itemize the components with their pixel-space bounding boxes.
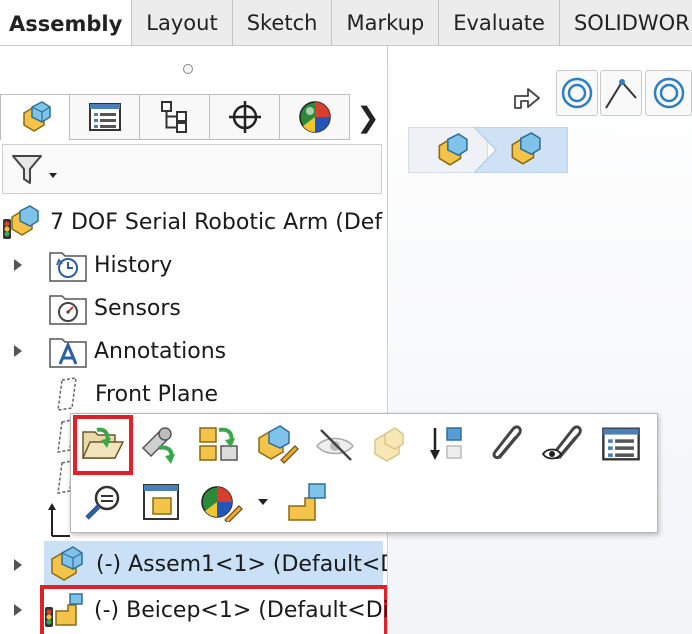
- dissolve-subassembly-icon: [288, 483, 326, 521]
- tree-item-annotations[interactable]: Annotations: [48, 330, 226, 372]
- history-folder-icon: [49, 252, 87, 282]
- plane-icon: [57, 460, 72, 494]
- arrow-icon[interactable]: [512, 84, 542, 110]
- tree-item-label: History: [94, 252, 173, 278]
- chevron-down-icon[interactable]: [257, 498, 269, 506]
- circle-button-2[interactable]: [645, 70, 692, 116]
- mate-button[interactable]: [483, 420, 531, 468]
- view-mates-icon: [541, 425, 582, 460]
- subassembly-icon: [51, 546, 83, 581]
- tab-feature-manager[interactable]: [0, 94, 70, 140]
- isolate-icon: [430, 427, 462, 460]
- plane-icon: [57, 419, 72, 453]
- panel-tabs: ❯: [0, 94, 387, 140]
- splitter-handle[interactable]: [183, 64, 193, 74]
- tree-item-history[interactable]: History: [48, 244, 172, 286]
- sensors-folder-icon: [49, 295, 87, 325]
- circle-button[interactable]: [556, 70, 598, 116]
- tree-root-label: 7 DOF Serial Robotic Arm (Def: [50, 209, 383, 235]
- tree-item-label: (-) Assem1<1> (Default<Di: [96, 551, 388, 577]
- replace-components-button[interactable]: [135, 420, 183, 468]
- change-transparency-button[interactable]: [367, 420, 415, 468]
- zoom-to-selection-button[interactable]: [79, 478, 127, 526]
- dimxpert-icon: [228, 101, 261, 133]
- appearance-button[interactable]: [197, 478, 245, 526]
- make-virtual-button[interactable]: [137, 478, 185, 526]
- edit-assembly-button[interactable]: [195, 420, 243, 468]
- component-properties-button[interactable]: [597, 420, 645, 468]
- component-properties-icon: [602, 427, 640, 461]
- replace-components-icon: [141, 427, 175, 464]
- assembly-root-icon: [3, 205, 39, 239]
- edit-part-button[interactable]: [253, 420, 301, 468]
- property-manager-icon: [88, 103, 121, 131]
- feature-manager-panel: ❯ 7 DOF Serial Robotic Arm (Def History: [0, 46, 388, 634]
- command-manager-tabs: Assembly Layout Sketch Markup Evaluate S…: [0, 0, 692, 46]
- tree-item-label: (-) Beicep<1> (Default<Disp: [94, 597, 388, 623]
- circle-icon: [561, 77, 593, 109]
- tab-dimxpert-manager[interactable]: [210, 94, 280, 140]
- tree-item-front-plane[interactable]: Front Plane: [50, 373, 218, 415]
- tree-item-label: Sensors: [94, 295, 181, 321]
- expand-arrow-icon[interactable]: [14, 559, 22, 571]
- filter-bar: [2, 144, 382, 194]
- context-toolbar: [70, 413, 658, 533]
- tab-solidworks-addins[interactable]: SOLIDWOR: [560, 0, 692, 45]
- assembly-icon: [438, 133, 468, 166]
- configuration-manager-icon: [160, 101, 187, 133]
- expand-arrow-icon[interactable]: [14, 259, 22, 271]
- edit-assembly-icon: [199, 427, 238, 461]
- filter-icon[interactable]: [11, 153, 61, 187]
- isolate-button[interactable]: [425, 420, 473, 468]
- hide-components-icon: [316, 429, 354, 461]
- make-virtual-icon: [143, 484, 179, 520]
- expand-arrow-icon[interactable]: [14, 345, 22, 357]
- tab-layout[interactable]: Layout: [132, 0, 233, 45]
- mate-icon: [492, 425, 522, 460]
- tree-item-assem1[interactable]: (-) Assem1<1> (Default<Di: [48, 543, 388, 585]
- open-part-button[interactable]: [79, 420, 127, 468]
- edit-part-icon: [258, 425, 299, 464]
- assembly-icon: [23, 100, 51, 132]
- breadcrumb: [408, 127, 568, 173]
- tab-display-manager[interactable]: [280, 94, 350, 140]
- tab-configuration-manager[interactable]: [140, 94, 210, 140]
- dissolve-subassembly-button[interactable]: [283, 478, 331, 526]
- graphics-area: [389, 46, 692, 634]
- circle-icon-2: [653, 77, 684, 109]
- tab-assembly[interactable]: Assembly: [0, 0, 133, 45]
- appearance-icon: [201, 486, 243, 522]
- tree-item-label: Annotations: [94, 338, 227, 364]
- tree-item-beicep[interactable]: (-) Beicep<1> (Default<Disp: [44, 589, 388, 631]
- tab-property-manager[interactable]: [70, 94, 140, 140]
- part-icon: [45, 593, 83, 627]
- tab-evaluate[interactable]: Evaluate: [439, 0, 560, 45]
- expand-arrow-icon[interactable]: [14, 604, 22, 616]
- view-mates-button[interactable]: [539, 420, 587, 468]
- display-manager-icon: [298, 101, 331, 133]
- change-transparency-icon: [374, 427, 404, 462]
- plane-icon: [57, 377, 77, 411]
- zoom-to-selection-icon: [85, 485, 120, 520]
- more-tabs-chevron-icon[interactable]: ❯: [350, 94, 386, 140]
- origin-icon: [48, 503, 70, 537]
- tab-sketch[interactable]: Sketch: [233, 0, 333, 45]
- hide-components-button[interactable]: [311, 420, 359, 468]
- tree-item-label: Front Plane: [95, 381, 218, 407]
- open-part-icon: [81, 427, 125, 459]
- tab-markup[interactable]: Markup: [332, 0, 440, 45]
- tree-item-sensors[interactable]: Sensors: [48, 287, 181, 329]
- tree-root[interactable]: 7 DOF Serial Robotic Arm (Def: [2, 201, 382, 243]
- annotations-folder-icon: [49, 338, 87, 368]
- angle-button[interactable]: [600, 70, 642, 116]
- subassembly-icon: [511, 132, 541, 165]
- angle-icon: [605, 79, 637, 109]
